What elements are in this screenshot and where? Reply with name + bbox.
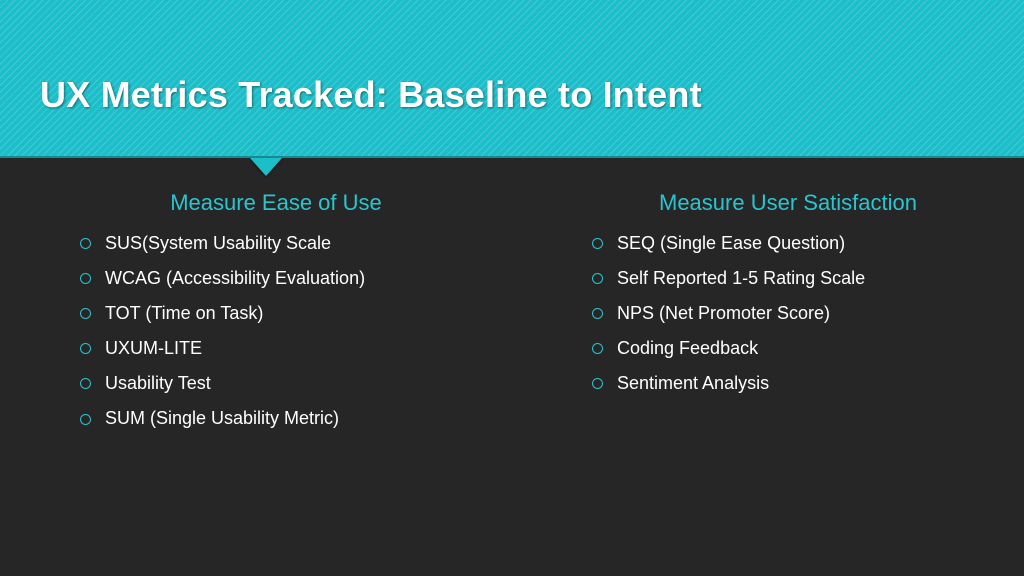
list-item: SEQ (Single Ease Question) <box>592 226 984 261</box>
list-item: SUS(System Usability Scale <box>80 226 472 261</box>
bullet-icon <box>592 273 603 284</box>
list-item: WCAG (Accessibility Evaluation) <box>80 261 472 296</box>
list-item: TOT (Time on Task) <box>80 296 472 331</box>
bullet-icon <box>80 273 91 284</box>
list-item: Self Reported 1-5 Rating Scale <box>592 261 984 296</box>
list-item-label: SEQ (Single Ease Question) <box>617 226 845 261</box>
list-item: Coding Feedback <box>592 331 984 366</box>
column-left: Measure Ease of Use SUS(System Usability… <box>0 190 512 437</box>
list-item: Usability Test <box>80 366 472 401</box>
slide: UX Metrics Tracked: Baseline to Intent M… <box>0 0 1024 576</box>
list-item-label: Self Reported 1-5 Rating Scale <box>617 261 865 296</box>
bullet-icon <box>592 378 603 389</box>
list-item-label: Sentiment Analysis <box>617 366 769 401</box>
slide-title: UX Metrics Tracked: Baseline to Intent <box>40 74 702 116</box>
list-item-label: TOT (Time on Task) <box>105 296 263 331</box>
list-item: UXUM-LITE <box>80 331 472 366</box>
list-item-label: SUM (Single Usability Metric) <box>105 401 339 436</box>
column-heading: Measure User Satisfaction <box>592 190 984 216</box>
content-columns: Measure Ease of Use SUS(System Usability… <box>0 190 1024 437</box>
bullet-icon <box>80 308 91 319</box>
bullet-icon <box>592 343 603 354</box>
bullet-icon <box>592 238 603 249</box>
slide-header: UX Metrics Tracked: Baseline to Intent <box>0 0 1024 158</box>
bullet-icon <box>80 414 91 425</box>
list-item: SUM (Single Usability Metric) <box>80 401 472 436</box>
bullet-icon <box>80 378 91 389</box>
header-caret-icon <box>250 158 282 176</box>
list-item-label: NPS (Net Promoter Score) <box>617 296 830 331</box>
bullet-icon <box>80 238 91 249</box>
list-item: Sentiment Analysis <box>592 366 984 401</box>
list-item-label: SUS(System Usability Scale <box>105 226 331 261</box>
list-item-label: WCAG (Accessibility Evaluation) <box>105 261 365 296</box>
list-item-label: UXUM-LITE <box>105 331 202 366</box>
list-item-label: Usability Test <box>105 366 211 401</box>
column-right: Measure User Satisfaction SEQ (Single Ea… <box>512 190 1024 437</box>
list-item-label: Coding Feedback <box>617 331 758 366</box>
column-heading: Measure Ease of Use <box>80 190 472 216</box>
bullet-icon <box>592 308 603 319</box>
list-item: NPS (Net Promoter Score) <box>592 296 984 331</box>
bullet-icon <box>80 343 91 354</box>
